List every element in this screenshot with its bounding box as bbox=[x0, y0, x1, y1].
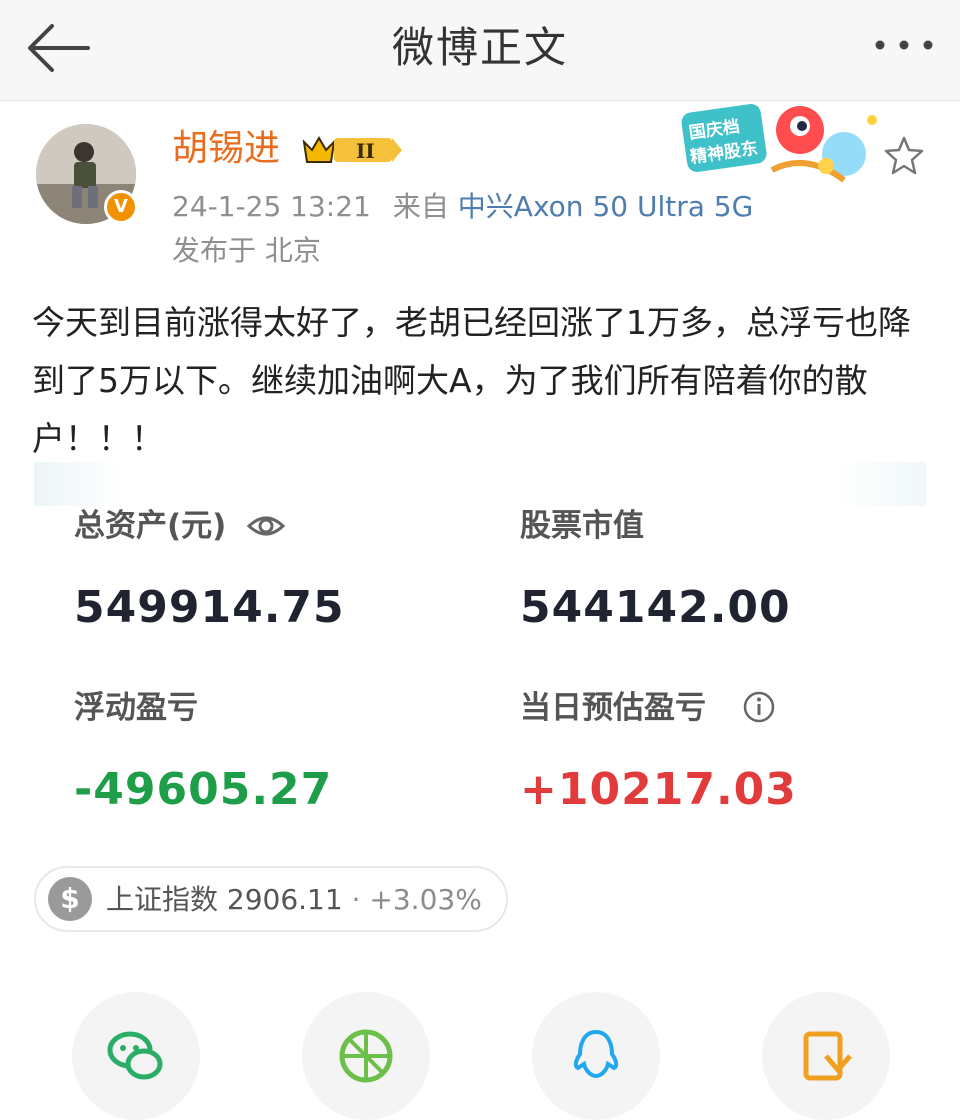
national-day-promo-sticker[interactable]: 国庆档 精神股东 bbox=[676, 100, 886, 192]
verified-badge-icon: V bbox=[104, 190, 138, 224]
total-assets-label: 总资产(元) bbox=[74, 508, 227, 544]
index-name-value: 上证指数 2906.11 bbox=[106, 883, 343, 916]
wechat-icon bbox=[107, 1031, 163, 1080]
share-qzone-button[interactable] bbox=[762, 992, 890, 1120]
more-options-icon[interactable] bbox=[872, 34, 936, 56]
index-change: · +3.03% bbox=[351, 883, 482, 916]
card-top-edge bbox=[34, 462, 926, 506]
total-assets-value: 549914.75 bbox=[74, 582, 345, 633]
stock-value-value: 544142.00 bbox=[520, 582, 791, 633]
vip-level-text: II bbox=[356, 139, 375, 163]
share-wechat-button[interactable] bbox=[72, 992, 200, 1120]
stock-value-label: 股票市值 bbox=[520, 508, 644, 544]
page-title: 微博正文 bbox=[391, 23, 568, 72]
floating-pl-label: 浮动盈亏 bbox=[74, 690, 198, 726]
info-icon[interactable] bbox=[742, 690, 776, 724]
device-source-link[interactable]: 中兴Axon 50 Ultra 5G bbox=[458, 190, 754, 223]
stock-index-pill[interactable]: $ 上证指数 2906.11 · +3.03% bbox=[34, 866, 508, 932]
source-prefix: 来自 bbox=[392, 190, 449, 223]
share-moments-button[interactable] bbox=[302, 992, 430, 1120]
qzone-icon bbox=[803, 1031, 852, 1081]
eye-toggle-icon[interactable] bbox=[246, 508, 286, 544]
daily-pl-label: 当日预估盈亏 bbox=[520, 690, 706, 726]
daily-pl-value: +10217.03 bbox=[520, 764, 797, 815]
post-timestamp: 24-1-25 13:21 bbox=[172, 190, 371, 223]
floating-pl-value: -49605.27 bbox=[74, 764, 333, 815]
post-meta: 24-1-25 13:21 来自 中兴Axon 50 Ultra 5G bbox=[172, 188, 753, 226]
author-name[interactable]: 胡锡进 bbox=[172, 126, 280, 172]
vip-crown-badge-icon[interactable]: II bbox=[300, 132, 404, 168]
post-text: 今天到目前涨得太好了，老胡已经回涨了1万多，总浮亏也降到了5万以下。继续加油啊大… bbox=[32, 303, 911, 458]
index-pill-text: 上证指数 2906.11 · +3.03% bbox=[106, 880, 482, 920]
dollar-icon: $ bbox=[48, 877, 92, 921]
share-qq-button[interactable] bbox=[532, 992, 660, 1120]
qq-icon bbox=[573, 1029, 619, 1079]
moments-icon bbox=[339, 1029, 393, 1083]
top-nav-bar: 微博正文 bbox=[0, 0, 960, 101]
post-location: 发布于 北京 bbox=[172, 234, 321, 267]
favorite-star-icon[interactable] bbox=[882, 134, 926, 178]
